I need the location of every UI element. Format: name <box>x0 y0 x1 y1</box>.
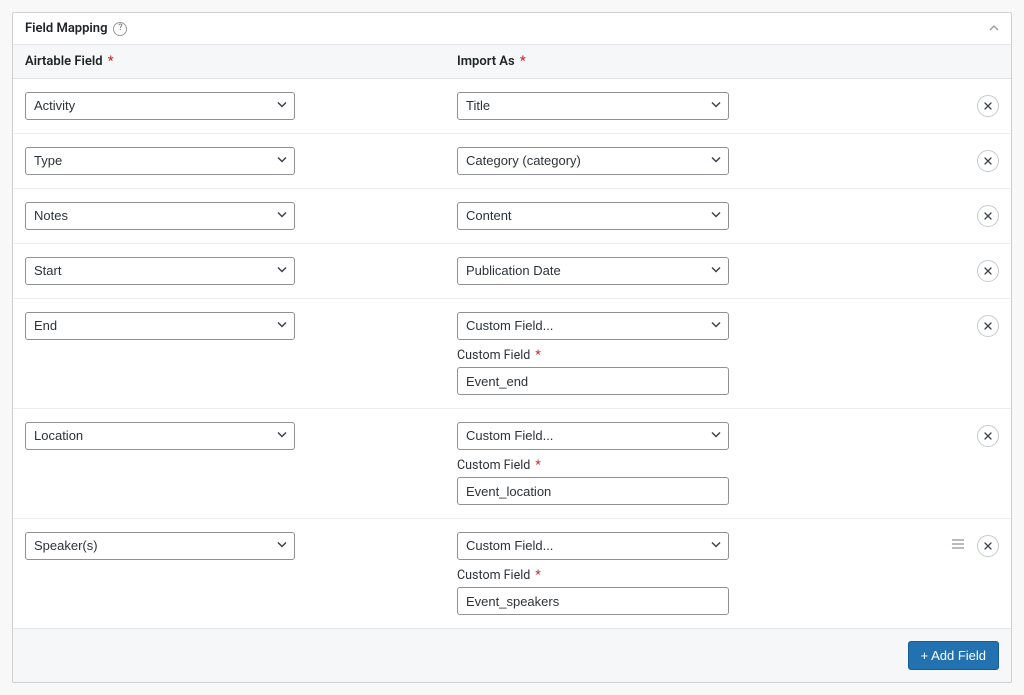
required-marker: * <box>105 54 114 69</box>
help-icon[interactable]: ? <box>113 22 127 36</box>
custom-field-label: Custom Field * <box>457 348 929 363</box>
airtable-field-select[interactable]: Activity <box>25 92 295 120</box>
import-as-header: Import As <box>457 54 515 69</box>
custom-field-label: Custom Field * <box>457 568 929 583</box>
panel-footer: + Add Field <box>13 628 1011 682</box>
mapping-row: End Custom Field... Custom Field * <box>13 299 1011 409</box>
import-as-select[interactable]: Content <box>457 202 729 230</box>
import-as-select[interactable]: Custom Field... <box>457 532 729 560</box>
mapping-row: Notes Content <box>13 189 1011 244</box>
airtable-field-select[interactable]: Speaker(s) <box>25 532 295 560</box>
remove-row-button[interactable] <box>977 425 999 447</box>
remove-row-button[interactable] <box>977 205 999 227</box>
import-as-select[interactable]: Title <box>457 92 729 120</box>
airtable-field-select[interactable]: Location <box>25 422 295 450</box>
mapping-rows: Activity Title Type Category (category) Note… <box>13 79 1011 628</box>
custom-field-input[interactable] <box>457 587 729 615</box>
mapping-row: Speaker(s) Custom Field... Custom Field * <box>13 519 1011 628</box>
airtable-field-select[interactable]: End <box>25 312 295 340</box>
airtable-field-select[interactable]: Notes <box>25 202 295 230</box>
mapping-row: Start Publication Date <box>13 244 1011 299</box>
collapse-toggle[interactable] <box>989 23 999 33</box>
import-as-select[interactable]: Category (category) <box>457 147 729 175</box>
remove-row-button[interactable] <box>977 535 999 557</box>
column-headers: Airtable Field * Import As * <box>13 45 1011 79</box>
required-marker: * <box>517 54 526 69</box>
import-as-select[interactable]: Publication Date <box>457 257 729 285</box>
mapping-row: Type Category (category) <box>13 134 1011 189</box>
airtable-field-select[interactable]: Start <box>25 257 295 285</box>
mapping-row: Activity Title <box>13 79 1011 134</box>
airtable-field-header: Airtable Field <box>25 54 103 69</box>
airtable-field-select[interactable]: Type <box>25 147 295 175</box>
add-field-button[interactable]: + Add Field <box>908 641 999 670</box>
panel-title: Field Mapping <box>25 21 107 36</box>
field-mapping-panel: Field Mapping ? Airtable Field * Import … <box>12 12 1012 683</box>
remove-row-button[interactable] <box>977 260 999 282</box>
remove-row-button[interactable] <box>977 150 999 172</box>
custom-field-input[interactable] <box>457 367 729 395</box>
remove-row-button[interactable] <box>977 95 999 117</box>
drag-handle-icon[interactable] <box>951 532 965 550</box>
import-as-select[interactable]: Custom Field... <box>457 312 729 340</box>
custom-field-label: Custom Field * <box>457 458 929 473</box>
remove-row-button[interactable] <box>977 315 999 337</box>
import-as-select[interactable]: Custom Field... <box>457 422 729 450</box>
mapping-row: Location Custom Field... Custom Field * <box>13 409 1011 519</box>
panel-header: Field Mapping ? <box>13 13 1011 45</box>
custom-field-input[interactable] <box>457 477 729 505</box>
